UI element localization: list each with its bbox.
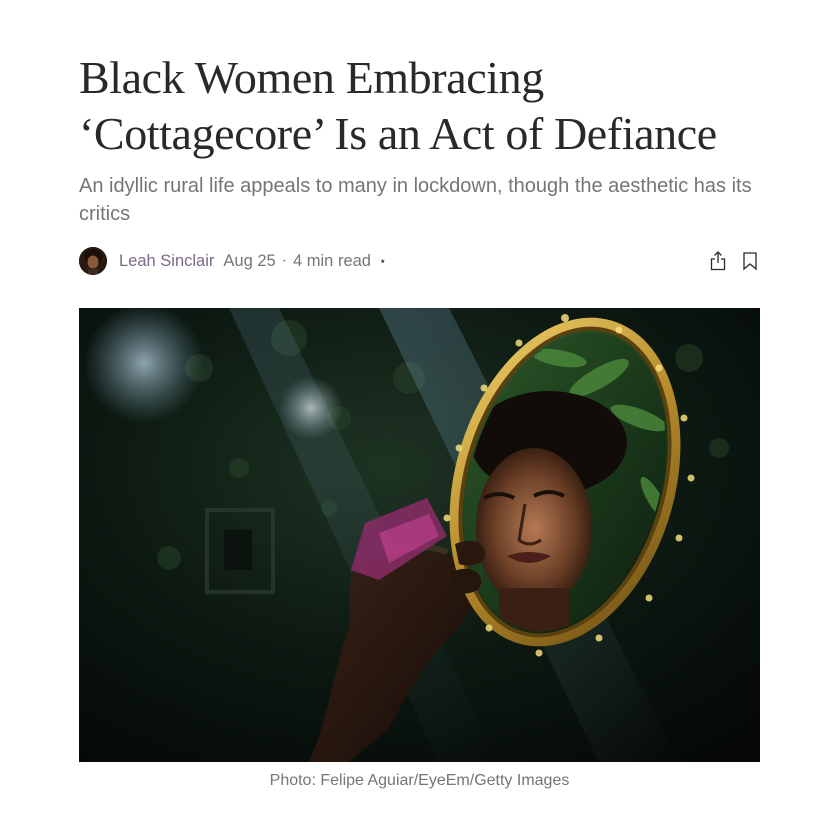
byline: Leah Sinclair Aug 25 · 4 min read ⋆ (79, 244, 760, 278)
hero-image (79, 308, 760, 762)
article-header: Black Women Embracing ‘Cottagecore’ Is a… (79, 50, 760, 228)
read-time: 4 min read (293, 251, 371, 270)
share-icon (710, 251, 726, 271)
publish-date: Aug 25 (223, 251, 276, 270)
author-name-link[interactable]: Leah Sinclair (119, 252, 214, 271)
article-title-line-1: Black Women Embracing (79, 52, 544, 103)
meta-separator: · (281, 252, 288, 269)
article-title-line-2: ‘Cottagecore’ Is an Act of Defiance (79, 108, 717, 159)
article-subtitle: An idyllic rural life appeals to many in… (79, 175, 752, 225)
bookmark-icon (743, 252, 757, 271)
author-avatar[interactable] (79, 247, 107, 275)
share-button[interactable] (708, 250, 728, 272)
bookmark-button[interactable] (740, 250, 760, 272)
article-actions (708, 250, 760, 272)
hero-photo-mirror (79, 308, 760, 762)
avatar-portrait-icon (79, 247, 107, 275)
article-title: Black Women Embracing ‘Cottagecore’ Is a… (79, 50, 760, 162)
member-star-icon: ⋆ (378, 254, 387, 268)
image-caption: Photo: Felipe Aguiar/EyeEm/Getty Images (269, 772, 570, 789)
